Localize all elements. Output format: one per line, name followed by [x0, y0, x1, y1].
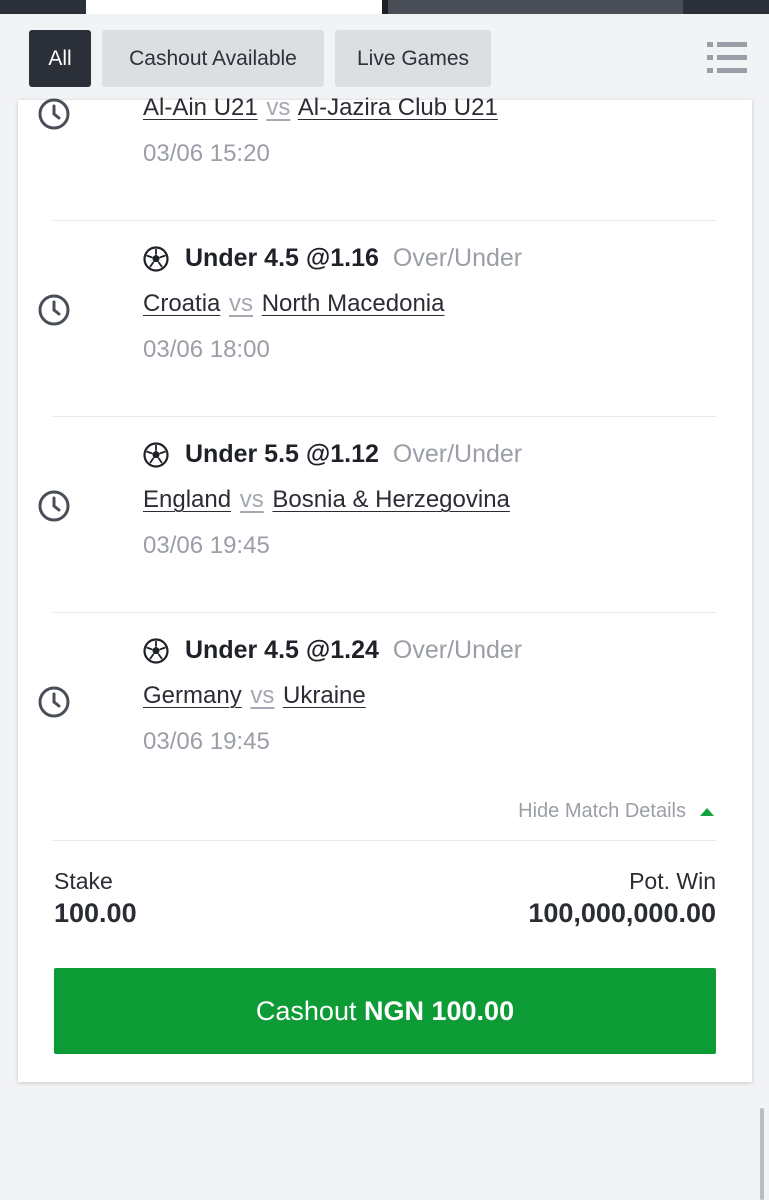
home-team-link[interactable]: Germany — [143, 682, 242, 709]
scrollbar[interactable] — [760, 1108, 764, 1200]
market-label: Over/Under — [392, 636, 523, 664]
hide-match-details-toggle[interactable]: Hide Match Details — [518, 800, 714, 823]
pot-win-label: Pot. Win — [629, 868, 716, 894]
match-datetime: 03/06 15:20 — [143, 140, 270, 167]
market-label: Over/Under — [392, 440, 523, 468]
away-team-link[interactable]: Ukraine — [283, 682, 366, 709]
vs-label: vs — [266, 94, 291, 121]
selection-line: Under 4.5 @1.24 Over/Under — [143, 636, 522, 665]
home-team-link[interactable]: Croatia — [143, 290, 220, 317]
divider — [53, 612, 716, 613]
selection-line: Under 4.5 @1.16 Over/Under — [143, 244, 522, 273]
home-team-link[interactable]: Al-Ain U21 — [143, 94, 258, 121]
divider — [53, 840, 716, 841]
divider — [53, 416, 716, 417]
cashout-prefix: Cashout — [255, 996, 357, 1026]
selection-label: Under 4.5 @1.16 — [185, 244, 379, 272]
stake-value: 100.00 — [54, 898, 137, 928]
selection-line: Under 5.5 @1.12 Over/Under — [143, 440, 522, 469]
triangle-up-icon — [700, 807, 714, 816]
match-teams: England vs Bosnia & Herzegovina — [143, 486, 510, 514]
match-datetime: 03/06 19:45 — [143, 728, 270, 755]
clock-icon — [38, 98, 70, 130]
vs-label: vs — [229, 290, 254, 317]
soccer-ball-icon — [143, 441, 169, 468]
tab-segment — [388, 0, 683, 14]
match-datetime: 03/06 19:45 — [143, 532, 270, 559]
selection-label: Under 4.5 @1.24 — [185, 636, 379, 664]
clock-icon — [38, 294, 70, 326]
clock-icon — [38, 686, 70, 718]
filter-all-button[interactable]: All — [29, 30, 91, 87]
stake-label: Stake — [54, 868, 113, 894]
divider — [53, 220, 716, 221]
soccer-ball-icon — [143, 637, 169, 664]
vs-label: vs — [239, 486, 264, 513]
clock-icon — [38, 490, 70, 522]
match-teams: Al-Ain U21 vs Al-Jazira Club U21 — [143, 94, 498, 122]
match-teams: Germany vs Ukraine — [143, 682, 366, 710]
away-team-link[interactable]: North Macedonia — [262, 290, 445, 317]
filter-cashout-available-button[interactable]: Cashout Available — [102, 30, 324, 87]
hide-match-details-label: Hide Match Details — [518, 800, 686, 822]
filter-live-games-button[interactable]: Live Games — [335, 30, 491, 87]
filter-bar: All Cashout Available Live Games — [0, 14, 769, 100]
market-label: Over/Under — [392, 244, 523, 272]
soccer-ball-icon — [143, 245, 169, 272]
tab-segment-active — [86, 0, 382, 14]
match-datetime: 03/06 18:00 — [143, 336, 270, 363]
selection-label: Under 5.5 @1.12 — [185, 440, 379, 468]
pot-win-value: 100,000,000.00 — [528, 898, 716, 928]
home-team-link[interactable]: England — [143, 486, 231, 513]
cashout-amount: NGN 100.00 — [364, 996, 515, 1026]
tab-segment — [0, 0, 86, 14]
bet-slip-card: Al-Ain U21 vs Al-Jazira Club U21 03/06 1… — [18, 94, 752, 1082]
tab-segment — [683, 0, 769, 14]
top-tab-strip — [0, 0, 769, 14]
away-team-link[interactable]: Al-Jazira Club U21 — [298, 94, 498, 121]
cashout-button[interactable]: Cashout NGN 100.00 — [54, 968, 716, 1054]
vs-label: vs — [250, 682, 275, 709]
match-teams: Croatia vs North Macedonia — [143, 290, 444, 318]
list-menu-icon[interactable] — [707, 40, 747, 76]
away-team-link[interactable]: Bosnia & Herzegovina — [272, 486, 509, 513]
